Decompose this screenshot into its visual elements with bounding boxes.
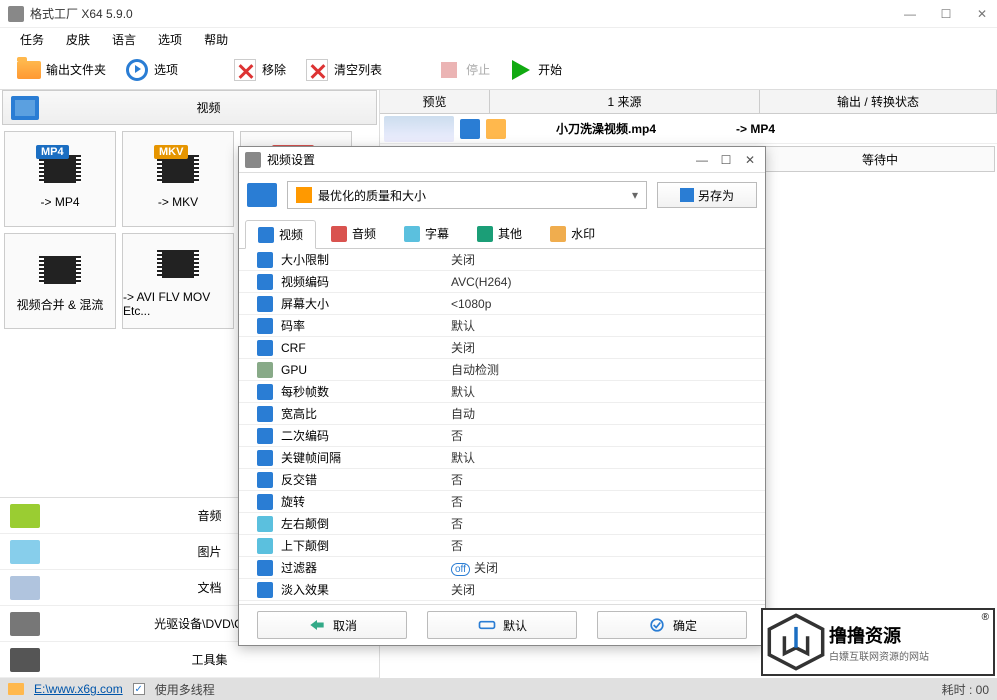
menu-options[interactable]: 选项 bbox=[148, 29, 192, 50]
setting-row[interactable]: 屏幕大小<1080p bbox=[239, 293, 765, 315]
clear-button[interactable]: 清空列表 bbox=[298, 55, 388, 85]
format-card[interactable]: MKV-> MKV bbox=[122, 131, 234, 227]
setting-row[interactable]: 二次编码否 bbox=[239, 425, 765, 447]
settings-tab[interactable]: 水印 bbox=[537, 219, 608, 248]
maximize-button[interactable]: ☐ bbox=[939, 7, 953, 21]
dialog-icon bbox=[245, 152, 261, 168]
watermark: 撸撸资源 白嫖互联网资源的网站 ® bbox=[761, 608, 995, 676]
setting-row[interactable]: CRF关闭 bbox=[239, 337, 765, 359]
format-card[interactable]: MP4-> MP4 bbox=[4, 131, 116, 227]
file-row[interactable]: 小刀洗澡视频.mp4 -> MP4 bbox=[380, 114, 997, 144]
save-icon bbox=[680, 188, 694, 202]
output-path[interactable]: E:\www.x6g.com bbox=[34, 682, 123, 696]
setting-row[interactable]: 上下颠倒否 bbox=[239, 535, 765, 557]
video-settings-dialog: 视频设置 — ☐ ✕ 最优化的质量和大小 ▾ 另存为 视频音频字幕其他水印 大小… bbox=[238, 146, 766, 646]
setting-row[interactable]: 视频编码AVC(H264) bbox=[239, 271, 765, 293]
multithread-label: 使用多线程 bbox=[155, 681, 215, 698]
preset-icon bbox=[247, 183, 277, 207]
app-icon bbox=[8, 6, 24, 22]
folder-icon[interactable] bbox=[8, 683, 24, 695]
setting-row[interactable]: 旋转否 bbox=[239, 491, 765, 513]
ok-button[interactable]: 确定 bbox=[597, 611, 747, 639]
settings-tab[interactable]: 字幕 bbox=[391, 219, 462, 248]
status-cell: 等待中 bbox=[765, 146, 995, 172]
setting-row[interactable]: 左右颠倒否 bbox=[239, 513, 765, 535]
window-title: 格式工厂 X64 5.9.0 bbox=[30, 5, 903, 22]
setting-row[interactable]: 码率默认 bbox=[239, 315, 765, 337]
folder-icon[interactable] bbox=[486, 119, 506, 139]
start-button[interactable]: 开始 bbox=[502, 55, 568, 85]
category-video[interactable]: 视频 bbox=[2, 90, 377, 125]
col-source: 1 来源 bbox=[490, 90, 760, 113]
toolbar: 输出文件夹 选项 移除 清空列表 停止 开始 bbox=[0, 50, 997, 90]
info-icon[interactable] bbox=[460, 119, 480, 139]
format-card[interactable]: 视频合并 & 混流 bbox=[4, 233, 116, 329]
options-button[interactable]: 选项 bbox=[118, 55, 184, 85]
preset-select[interactable]: 最优化的质量和大小 ▾ bbox=[287, 181, 647, 209]
settings-tab[interactable]: 音频 bbox=[318, 219, 389, 248]
remove-button[interactable]: 移除 bbox=[226, 55, 292, 85]
thumbnail bbox=[384, 116, 454, 142]
output-folder-button[interactable]: 输出文件夹 bbox=[10, 55, 112, 85]
preset-item-icon bbox=[296, 187, 312, 203]
menu-help[interactable]: 帮助 bbox=[194, 29, 238, 50]
elapsed-label: 耗时 : 00 bbox=[942, 681, 989, 698]
video-icon bbox=[11, 96, 39, 120]
dialog-title: 视频设置 bbox=[267, 151, 687, 168]
file-target: -> MP4 bbox=[736, 122, 775, 136]
setting-row[interactable]: 淡入效果关闭 bbox=[239, 579, 765, 601]
menu-bar: 任务 皮肤 语言 选项 帮助 bbox=[0, 28, 997, 50]
default-button[interactable]: 默认 bbox=[427, 611, 577, 639]
format-card[interactable]: -> AVI FLV MOV Etc... bbox=[122, 233, 234, 329]
dialog-maximize[interactable]: ☐ bbox=[717, 153, 735, 167]
stop-button[interactable]: 停止 bbox=[430, 55, 496, 85]
category-row[interactable]: 工具集 bbox=[0, 642, 379, 678]
col-preview: 预览 bbox=[380, 90, 490, 113]
col-output: 输出 / 转换状态 bbox=[760, 90, 997, 113]
minimize-button[interactable]: — bbox=[903, 7, 917, 21]
multithread-checkbox[interactable]: ✓ bbox=[133, 683, 145, 695]
cancel-button[interactable]: 取消 bbox=[257, 611, 407, 639]
menu-tasks[interactable]: 任务 bbox=[10, 29, 54, 50]
settings-tab[interactable]: 视频 bbox=[245, 220, 316, 249]
chevron-down-icon: ▾ bbox=[632, 188, 638, 202]
dialog-close[interactable]: ✕ bbox=[741, 153, 759, 167]
settings-tab[interactable]: 其他 bbox=[464, 219, 535, 248]
setting-row[interactable]: GPU自动检测 bbox=[239, 359, 765, 381]
dialog-minimize[interactable]: — bbox=[693, 153, 711, 167]
file-name: 小刀洗澡视频.mp4 bbox=[556, 120, 656, 137]
setting-row[interactable]: 关键帧间隔默认 bbox=[239, 447, 765, 469]
save-as-button[interactable]: 另存为 bbox=[657, 182, 757, 208]
setting-row[interactable]: 反交错否 bbox=[239, 469, 765, 491]
menu-skin[interactable]: 皮肤 bbox=[56, 29, 100, 50]
setting-row[interactable]: 宽高比自动 bbox=[239, 403, 765, 425]
status-bar: E:\www.x6g.com ✓ 使用多线程 耗时 : 00 bbox=[0, 678, 997, 700]
setting-row[interactable]: 大小限制关闭 bbox=[239, 249, 765, 271]
menu-lang[interactable]: 语言 bbox=[102, 29, 146, 50]
setting-row[interactable]: 每秒帧数默认 bbox=[239, 381, 765, 403]
setting-row[interactable]: 过滤器off关闭 bbox=[239, 557, 765, 579]
close-button[interactable]: ✕ bbox=[975, 7, 989, 21]
